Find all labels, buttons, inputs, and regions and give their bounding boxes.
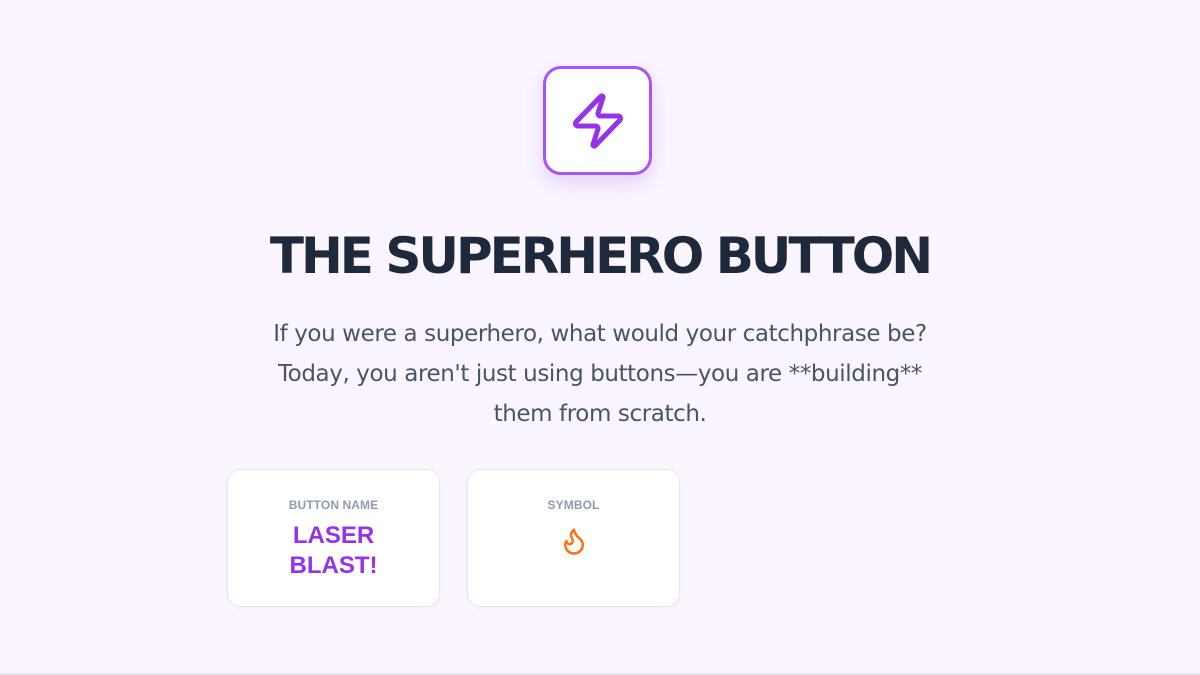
button-name-label: BUTTON NAME — [288, 498, 379, 512]
symbol-card: SYMBOL — [467, 469, 680, 607]
button-name-value-line: LASER — [292, 522, 375, 549]
lightning-bolt-icon — [572, 93, 623, 148]
intro-line: them from scratch. — [493, 401, 707, 427]
button-name-card: BUTTON NAME LASER BLAST! — [227, 469, 440, 607]
intro-line: Today, you aren't just using buttons—you… — [277, 361, 923, 387]
page-title: THE SUPERHERO BUTTON — [269, 227, 933, 285]
symbol-label: SYMBOL — [547, 498, 600, 512]
lightning-app-icon — [543, 66, 652, 175]
button-name-value: LASER BLAST! — [228, 521, 439, 581]
button-name-value-line: BLAST! — [289, 552, 378, 579]
intro-text: If you were a superhero, what would your… — [230, 314, 970, 434]
flame-icon — [564, 528, 584, 555]
intro-line: If you were a superhero, what would your… — [273, 321, 927, 347]
